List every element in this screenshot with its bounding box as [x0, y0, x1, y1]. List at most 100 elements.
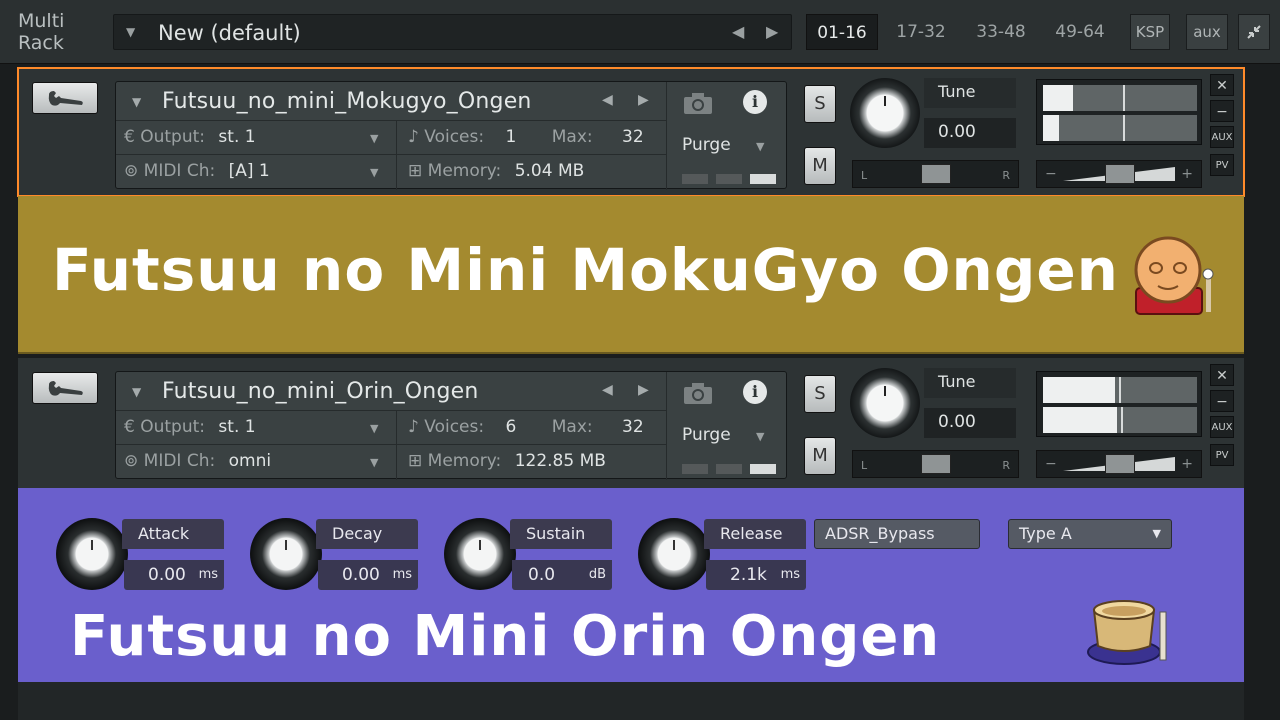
midi-icon: ⊚ — [124, 161, 144, 181]
aux-button[interactable]: aux — [1186, 14, 1228, 50]
tab-page-33-48[interactable]: 33-48 — [964, 14, 1038, 50]
tune-value[interactable]: 0.00 — [924, 118, 1016, 148]
sustain-value[interactable]: 0.0 dB — [512, 560, 612, 590]
mokugyo-gui-title: Futsuu no Mini MokuGyo Ongen — [52, 236, 1119, 304]
mute-button[interactable]: M — [804, 147, 836, 185]
close-icon[interactable]: ✕ — [1210, 74, 1234, 96]
instrument-name[interactable]: Futsuu_no_mini_Mokugyo_Ongen — [162, 89, 532, 114]
camera-icon[interactable] — [682, 380, 714, 406]
previous-instrument-icon[interactable]: ◀ — [602, 92, 613, 108]
mute-button[interactable]: M — [804, 437, 836, 475]
output-row[interactable]: € Output: st. 1 — [124, 417, 256, 437]
chevron-down-icon[interactable]: ▼ — [370, 166, 378, 179]
pan-slider[interactable]: L R — [852, 160, 1019, 188]
midi-label: MIDI Ch: — [143, 451, 216, 471]
rack-empty-area — [18, 682, 1244, 720]
camera-icon[interactable] — [682, 90, 714, 116]
collapse-icon[interactable] — [1238, 14, 1270, 50]
volume-handle[interactable] — [1105, 164, 1135, 184]
type-dropdown-value: Type A — [1019, 524, 1072, 543]
attack-value[interactable]: 0.00 ms — [124, 560, 224, 590]
pan-handle[interactable] — [921, 454, 951, 474]
chevron-down-icon[interactable]: ▼ — [370, 422, 378, 435]
chevron-down-icon[interactable]: ▼ — [370, 132, 378, 145]
pan-handle[interactable] — [921, 164, 951, 184]
instrument-name[interactable]: Futsuu_no_mini_Orin_Ongen — [162, 379, 479, 404]
volume-handle[interactable] — [1105, 454, 1135, 474]
attack-value-number: 0.00 — [148, 565, 186, 585]
pv-toggle[interactable]: PV — [1210, 154, 1234, 176]
attack-value-unit: ms — [198, 567, 218, 582]
purge-led — [716, 464, 742, 474]
purge-led — [682, 174, 708, 184]
midi-row[interactable]: ⊚ MIDI Ch: [A] 1 — [124, 161, 270, 181]
pan-left-label: L — [861, 169, 868, 182]
memory-label: Memory: — [427, 451, 502, 471]
tab-page-01-16[interactable]: 01-16 — [806, 14, 878, 50]
attack-label: Attack — [122, 519, 224, 549]
info-icon[interactable]: i — [743, 380, 767, 404]
instrument-header-orin[interactable]: ▼ Futsuu_no_mini_Orin_Ongen ◀ ▶ i € Outp… — [18, 358, 1244, 488]
solo-button[interactable]: S — [804, 375, 836, 413]
midi-row[interactable]: ⊚ MIDI Ch: omni — [124, 451, 271, 471]
meter-fill — [1043, 407, 1117, 433]
previous-preset-icon[interactable]: ◀ — [732, 22, 744, 41]
output-row[interactable]: € Output: st. 1 — [124, 127, 256, 147]
decay-value[interactable]: 0.00 ms — [318, 560, 418, 590]
multi-preset-selector[interactable]: ▼ New (default) ◀ ▶ — [113, 14, 792, 50]
aux-toggle[interactable]: AUX — [1210, 416, 1234, 438]
instrument-info-panel: ▼ Futsuu_no_mini_Orin_Ongen ◀ ▶ i € Outp… — [115, 371, 787, 480]
voices-label: Voices: — [424, 127, 485, 147]
purge-menu[interactable]: Purge — [682, 425, 731, 445]
tune-knob[interactable] — [850, 368, 920, 438]
euro-icon: € — [124, 417, 141, 437]
divider — [116, 120, 666, 121]
pan-slider[interactable]: L R — [852, 450, 1019, 478]
wrench-icon[interactable] — [32, 372, 98, 404]
max-voices-value[interactable]: 32 — [622, 417, 644, 437]
solo-button[interactable]: S — [804, 85, 836, 123]
type-dropdown[interactable]: Type A ▼ — [1008, 519, 1172, 549]
close-icon[interactable]: ✕ — [1210, 364, 1234, 386]
purge-menu[interactable]: Purge — [682, 135, 731, 155]
next-instrument-icon[interactable]: ▶ — [638, 92, 649, 108]
release-label: Release — [704, 519, 806, 549]
aux-toggle[interactable]: AUX — [1210, 126, 1234, 148]
chevron-down-icon[interactable]: ▼ — [756, 430, 764, 443]
release-value[interactable]: 2.1k ms — [706, 560, 806, 590]
next-instrument-icon[interactable]: ▶ — [638, 382, 649, 398]
euro-icon: € — [124, 127, 141, 147]
sustain-label: Sustain — [510, 519, 612, 549]
minimize-icon[interactable]: − — [1210, 390, 1234, 412]
minus-icon: − — [1045, 456, 1057, 472]
chevron-down-icon[interactable]: ▼ — [132, 95, 141, 109]
chevron-down-icon[interactable]: ▼ — [126, 25, 135, 39]
minimize-icon[interactable]: − — [1210, 100, 1234, 122]
chevron-down-icon[interactable]: ▼ — [756, 140, 764, 153]
tab-page-49-64[interactable]: 49-64 — [1044, 14, 1116, 50]
ksp-button[interactable]: KSP — [1130, 14, 1170, 50]
volume-slider[interactable]: − + — [1036, 160, 1202, 188]
decay-knob[interactable] — [250, 518, 322, 590]
meter-peak — [1121, 407, 1123, 433]
tune-knob[interactable] — [850, 78, 920, 148]
instrument-header-mokugyo[interactable]: ▼ Futsuu_no_mini_Mokugyo_Ongen ◀ ▶ i € O… — [17, 67, 1245, 197]
adsr-bypass-button[interactable]: ADSR_Bypass — [814, 519, 980, 549]
tune-value[interactable]: 0.00 — [924, 408, 1016, 438]
release-knob[interactable] — [638, 518, 710, 590]
max-voices-value[interactable]: 32 — [622, 127, 644, 147]
next-preset-icon[interactable]: ▶ — [766, 22, 778, 41]
sustain-knob[interactable] — [444, 518, 516, 590]
info-icon[interactable]: i — [743, 90, 767, 114]
tab-page-17-32[interactable]: 17-32 — [886, 14, 956, 50]
memory-row: ⊞ Memory: 5.04 MB — [408, 161, 584, 181]
chevron-down-icon[interactable]: ▼ — [370, 456, 378, 469]
previous-instrument-icon[interactable]: ◀ — [602, 382, 613, 398]
volume-slider[interactable]: − + — [1036, 450, 1202, 478]
pv-toggle[interactable]: PV — [1210, 444, 1234, 466]
max-voices-label: Max: — [551, 417, 593, 437]
purge-led — [750, 464, 776, 474]
chevron-down-icon[interactable]: ▼ — [132, 385, 141, 399]
attack-knob[interactable] — [56, 518, 128, 590]
wrench-icon[interactable] — [32, 82, 98, 114]
